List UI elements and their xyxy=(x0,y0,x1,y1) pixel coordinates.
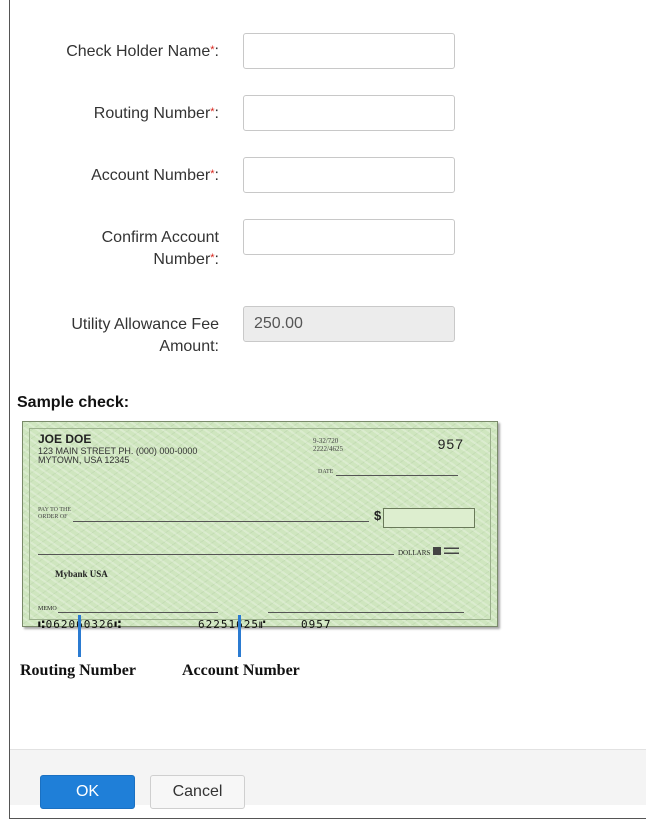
check-amount-box xyxy=(383,508,475,528)
utility-fee-label: Utility Allowance Fee Amount: xyxy=(19,314,219,358)
check-pay-to-line1: PAY TO THE xyxy=(38,507,72,513)
label-colon: : xyxy=(214,105,219,122)
utility-fee-label-line2: Amount: xyxy=(159,338,219,355)
holder-name-label: Check Holder Name*: xyxy=(19,41,219,63)
check-fraction: 9-32/720 2222/4625 xyxy=(313,437,343,453)
routing-number-input[interactable] xyxy=(243,95,455,131)
check-fraction-bottom: 2222/4625 xyxy=(313,445,343,453)
required-asterisk: * xyxy=(210,168,215,180)
account-number-caption: Account Number xyxy=(182,662,300,679)
check-amount-words-line xyxy=(38,554,394,555)
holder-name-input[interactable] xyxy=(243,33,455,69)
required-asterisk: * xyxy=(210,44,215,56)
account-pointer xyxy=(238,615,241,657)
check-dollar-sign: $ xyxy=(374,508,382,523)
check-pay-to-line2: ORDER OF xyxy=(38,514,68,520)
check-payee-line xyxy=(73,521,369,522)
routing-number-label-text: Routing Number xyxy=(93,105,211,122)
confirm-account-label: Confirm Account Number*: xyxy=(19,227,219,271)
padlock-icon xyxy=(433,547,441,555)
check-date-label: DATE xyxy=(318,469,334,475)
check-pay-to-label: PAY TO THE ORDER OF xyxy=(38,507,71,521)
account-number-label-text: Account Number xyxy=(91,167,211,184)
required-asterisk: * xyxy=(210,106,215,118)
check-memo-line xyxy=(58,612,218,613)
sample-check-heading: Sample check: xyxy=(17,394,130,411)
account-number-label: Account Number*: xyxy=(19,165,219,187)
routing-number-label: Routing Number*: xyxy=(19,103,219,125)
check-address-line2: MYTOWN, USA 12345 xyxy=(38,455,130,465)
check-micr-account: 62251625⑈ xyxy=(198,618,267,631)
check-memo-label: MEMO xyxy=(38,606,57,612)
confirm-account-label-line1: Confirm Account xyxy=(101,229,219,246)
holder-name-label-text: Check Holder Name xyxy=(66,43,211,60)
utility-fee-label-line1: Utility Allowance Fee xyxy=(71,316,219,333)
utility-fee-input xyxy=(243,306,455,342)
check-bank-name: Mybank USA xyxy=(55,569,108,579)
label-colon: : xyxy=(214,43,219,60)
check-dollars-word: DOLLARS xyxy=(398,549,431,557)
check-security-text: ▬▬▬ ▬▬▬ xyxy=(444,546,459,556)
check-micr-number: 0957 xyxy=(301,618,332,631)
check-signature-line xyxy=(268,612,464,613)
check-fraction-top: 9-32/720 xyxy=(313,437,339,445)
check-holder-name: JOE DOE xyxy=(38,432,92,446)
confirm-account-label-line2: Number xyxy=(153,251,211,268)
account-number-input[interactable] xyxy=(243,157,455,193)
routing-number-caption: Routing Number xyxy=(20,662,137,679)
confirm-account-input[interactable] xyxy=(243,219,455,255)
routing-pointer xyxy=(78,615,81,657)
check-date-line xyxy=(336,475,458,476)
sample-check-image: JOE DOE 123 MAIN STREET PH. (000) 000-00… xyxy=(22,421,498,631)
label-colon: : xyxy=(214,167,219,184)
required-asterisk: * xyxy=(210,252,215,264)
check-number: 957 xyxy=(437,436,464,452)
label-colon: : xyxy=(214,251,219,268)
